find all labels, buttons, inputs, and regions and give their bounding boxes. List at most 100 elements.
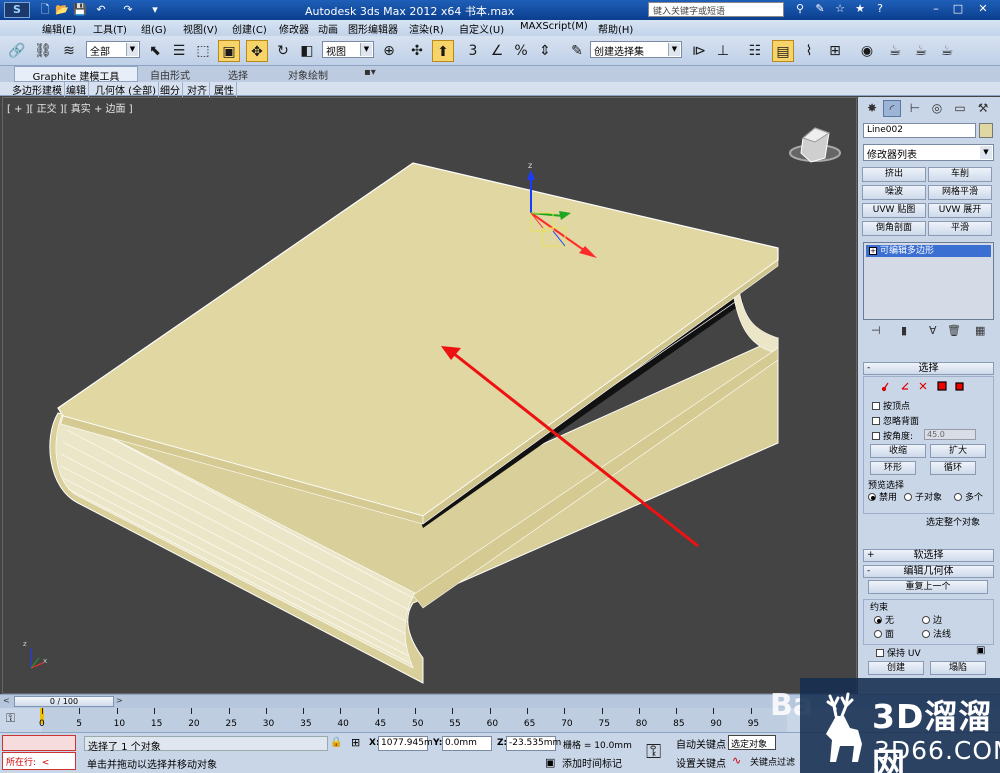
smooth-button[interactable]: 平滑 (928, 221, 992, 236)
next-frame-icon[interactable]: > (116, 696, 123, 705)
maxscript-line[interactable]: 所在行: < (2, 752, 76, 770)
constraint-normal-radio[interactable]: 法线 (922, 627, 951, 640)
favorites-icon[interactable]: ☆ (832, 2, 848, 17)
rotate-icon[interactable]: ↻ (272, 40, 294, 62)
quick-access-dropdown-icon[interactable]: ▾ (148, 3, 162, 16)
loop-button[interactable]: 循环 (930, 461, 976, 475)
bevel-profile-button[interactable]: 倒角剖面 (862, 221, 926, 236)
tab-selection[interactable]: 选择 (228, 67, 248, 82)
time-slider-knob[interactable]: 0 / 100 (14, 696, 114, 707)
menu-customize[interactable]: 自定义(U) (459, 21, 504, 36)
angle-snap-icon[interactable]: ∠ (486, 40, 508, 62)
save-file-icon[interactable]: 💾 (73, 3, 87, 16)
set-key-button[interactable]: 设置关键点 (676, 755, 726, 770)
selection-filter-dropdown[interactable]: 全部 ▼ (86, 41, 140, 58)
noise-button[interactable]: 噪波 (862, 185, 926, 200)
preview-multi-radio[interactable]: 多个 (954, 490, 983, 503)
help-icon[interactable]: ? (872, 2, 888, 17)
viewport-label[interactable]: [ + ][ 正交 ][ 真实 + 边面 ] (7, 100, 133, 115)
z-coordinate-field[interactable]: -23.535mm (506, 736, 561, 751)
subtab-polygon-modeling[interactable]: 多边形建模 (10, 82, 65, 97)
link-icon[interactable]: 🔗 (6, 40, 28, 62)
create-tab-icon[interactable]: ✸ (863, 100, 881, 117)
show-end-result-icon[interactable]: ▮ (901, 324, 907, 337)
menu-maxscript[interactable]: MAXScript(M) (520, 21, 588, 32)
repeat-last-button[interactable]: 重复上一个 (868, 580, 988, 594)
modify-tab-icon[interactable]: ◜ (883, 100, 901, 117)
selection-rollout-title[interactable]: - 选择 (863, 362, 994, 375)
schematic-view-icon[interactable]: ⊞ (824, 40, 846, 62)
make-unique-icon[interactable]: ∀ (929, 324, 937, 337)
edit-geometry-rollout-title[interactable]: - 编辑几何体 (863, 565, 994, 578)
modifier-list-dropdown[interactable]: 修改器列表 ▼ (863, 144, 994, 161)
subtab-edit[interactable]: 编辑 (64, 82, 89, 97)
constraint-none-radio[interactable]: 无 (874, 613, 894, 626)
menu-create[interactable]: 创建(C) (232, 21, 267, 36)
menu-tools[interactable]: 工具(T) (93, 21, 127, 36)
create-button[interactable]: 创建 (868, 661, 924, 675)
move-icon[interactable]: ✥ (246, 40, 268, 62)
menu-animation[interactable]: 动画 (318, 21, 338, 36)
grow-button[interactable]: 扩大 (930, 444, 986, 458)
menu-rendering[interactable]: 渲染(R) (409, 21, 444, 36)
align-icon[interactable]: ⊥ (712, 40, 734, 62)
menu-group[interactable]: 组(G) (141, 21, 167, 36)
menu-modifiers[interactable]: 修改器 (279, 21, 309, 36)
unwrap-uvw-button[interactable]: UVW 展开 (928, 203, 992, 218)
app-logo[interactable]: S (4, 2, 30, 18)
modifier-stack[interactable]: + 可编辑多边形 (863, 242, 994, 320)
curve-editor-icon[interactable]: ⌇ (798, 40, 820, 62)
render-setup-icon[interactable]: ☕ (884, 40, 906, 62)
keyboard-shortcut-toggle-icon[interactable]: ⬆ (432, 40, 454, 62)
menu-help[interactable]: 帮助(H) (598, 21, 633, 36)
new-file-icon[interactable]: 🗋 (38, 3, 52, 16)
object-color-swatch[interactable] (979, 123, 993, 138)
close-icon[interactable]: ✕ (975, 2, 991, 17)
preserve-uv-settings-icon[interactable]: ▣ (976, 645, 985, 656)
constraint-edge-radio[interactable]: 边 (922, 613, 942, 626)
display-tab-icon[interactable]: ▭ (951, 100, 969, 117)
stack-item-editable-poly[interactable]: + 可编辑多边形 (866, 245, 991, 257)
object-name-field[interactable]: Line002 (863, 123, 976, 138)
favorites-star-icon[interactable]: ★ (852, 2, 868, 17)
menu-views[interactable]: 视图(V) (183, 21, 218, 36)
select-object-icon[interactable]: ⬉ (144, 40, 166, 62)
lathe-button[interactable]: 车削 (928, 167, 992, 182)
preview-off-radio[interactable]: 禁用 (868, 490, 897, 503)
key-filters-icon[interactable]: ∿ (732, 754, 741, 767)
meshsmooth-button[interactable]: 网格平滑 (928, 185, 992, 200)
maxscript-listener[interactable] (2, 735, 76, 751)
time-tag-icon[interactable]: ▣ (545, 756, 555, 769)
x-coordinate-field[interactable]: 1077.945m (378, 736, 433, 751)
preserve-uv-checkbox[interactable]: 保持 UV (876, 646, 921, 659)
uvw-map-button[interactable]: UVW 贴图 (862, 203, 926, 218)
render-production-icon[interactable]: ☕ (936, 40, 958, 62)
reference-coord-dropdown[interactable]: 视图 ▼ (322, 41, 374, 58)
menu-edit[interactable]: 编辑(E) (42, 21, 76, 36)
lock-selection-icon[interactable]: 🔒 (330, 737, 342, 748)
tab-object-paint[interactable]: 对象绘制 (288, 67, 328, 82)
extrude-button[interactable]: 挤出 (862, 167, 926, 182)
snaps-toggle-icon[interactable]: 3 (462, 40, 484, 62)
spinner-snap-icon[interactable]: ⇕ (534, 40, 556, 62)
auto-key-button[interactable]: 自动关键点 (676, 736, 726, 751)
previous-frame-icon[interactable]: < (3, 696, 10, 705)
by-vertex-checkbox[interactable]: 按顶点 (872, 399, 910, 412)
menu-graph-editors[interactable]: 图形编辑器 (348, 21, 398, 36)
undo-icon[interactable]: ↶ (94, 3, 108, 16)
set-key-icon[interactable]: ⚿ (646, 739, 661, 763)
subtab-properties[interactable]: 属性 (212, 82, 237, 97)
maximize-icon[interactable]: □ (950, 2, 966, 17)
bind-spacewarp-icon[interactable]: ≋ (58, 40, 80, 62)
named-selection-dropdown[interactable]: 创建选择集 ▼ (590, 41, 682, 58)
subtab-align[interactable]: 对齐 (185, 82, 210, 97)
percent-snap-icon[interactable]: % (510, 40, 532, 62)
y-coordinate-field[interactable]: 0.0mm (442, 736, 492, 751)
subobject-level-icons[interactable] (880, 379, 980, 393)
remove-modifier-icon[interactable]: 🗑 (947, 324, 961, 337)
select-manipulate-icon[interactable]: ✣ (406, 40, 428, 62)
minimize-icon[interactable]: – (928, 2, 944, 17)
expand-icon[interactable]: + (869, 247, 877, 255)
layer-manager-icon[interactable]: ☷ (744, 40, 766, 62)
mirror-icon[interactable]: ⧐ (688, 40, 710, 62)
